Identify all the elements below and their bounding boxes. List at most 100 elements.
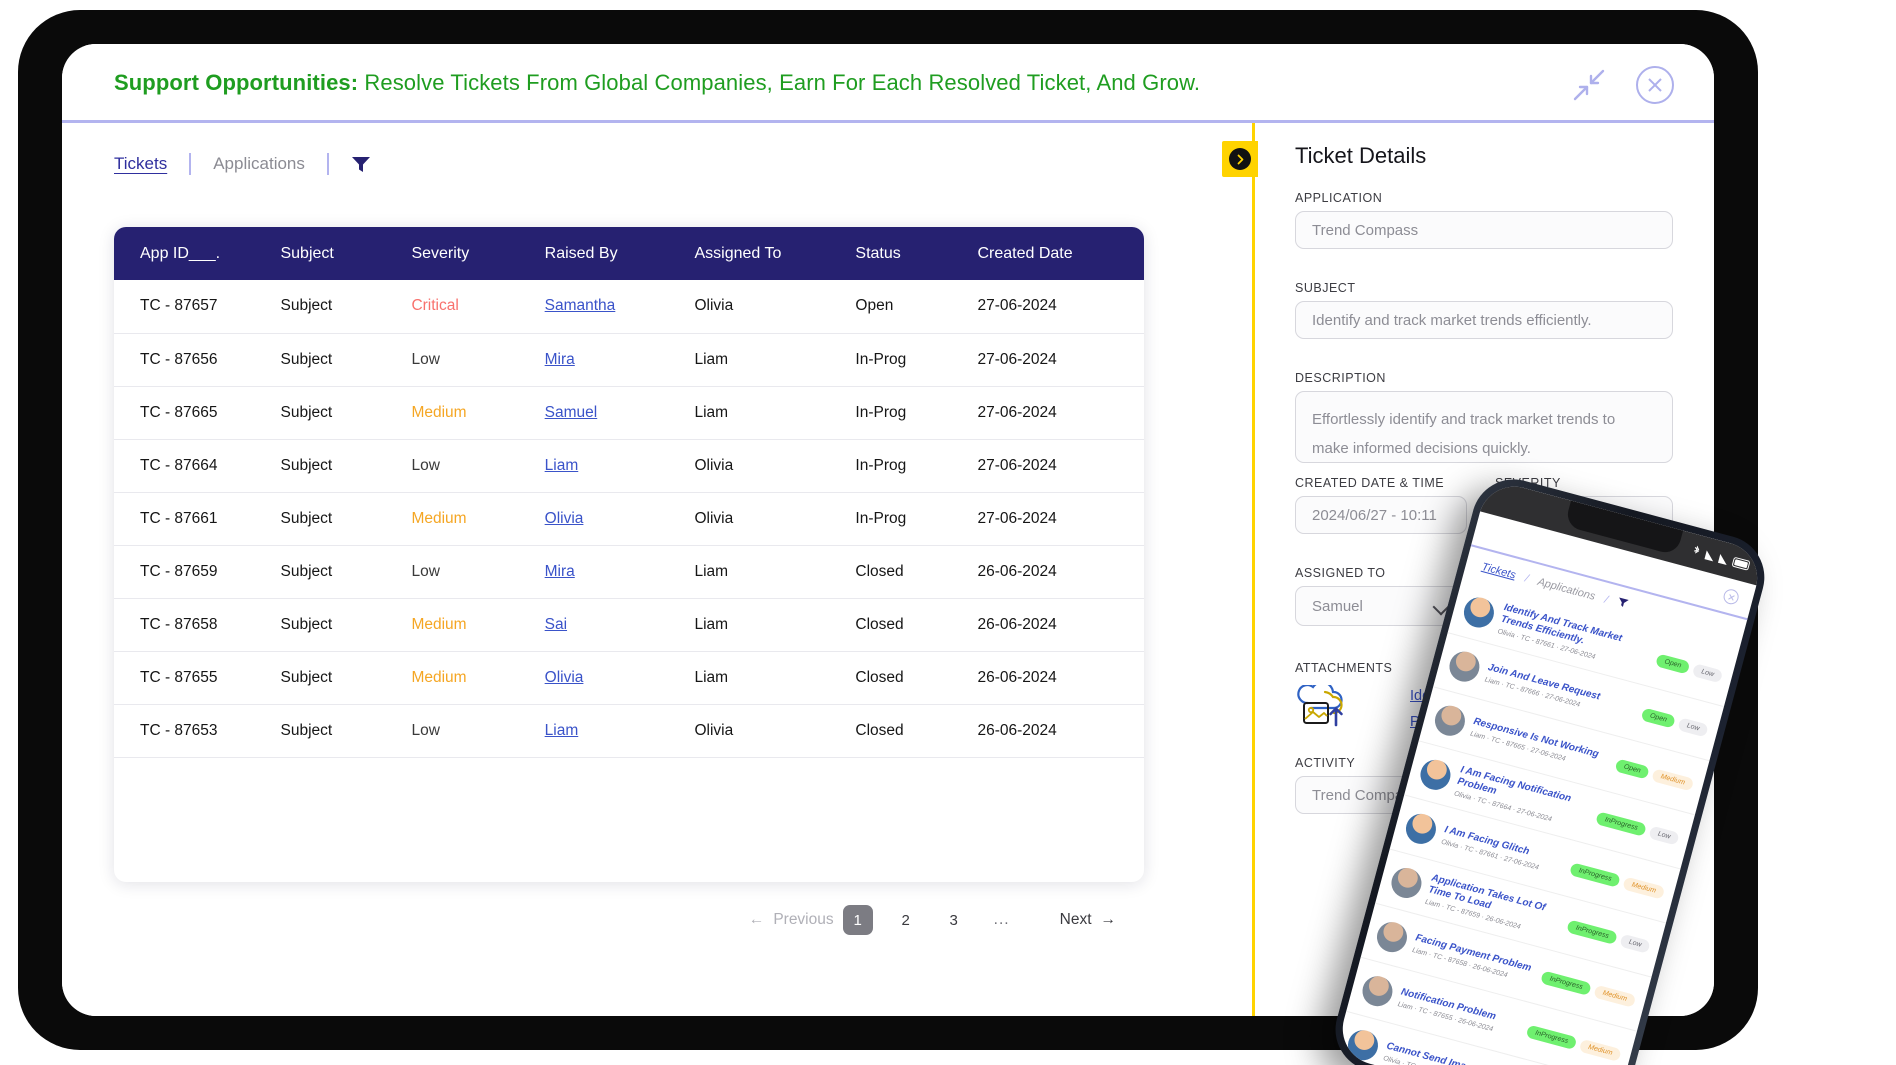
cell-raised-by: Samantha <box>545 280 695 333</box>
cell-app-id: TC - 87653 <box>114 704 280 757</box>
app-header: Support Opportunities: Resolve Tickets F… <box>62 44 1714 120</box>
status-badge: InProgress <box>1526 1025 1578 1050</box>
phone-tab-applications[interactable]: Applications <box>1536 575 1596 602</box>
cell-created-date: 26-06-2024 <box>977 704 1144 757</box>
avatar <box>1388 864 1425 901</box>
raised-by-link[interactable]: Olivia <box>545 510 584 527</box>
column-header-assigned-to[interactable]: Assigned To <box>694 227 855 280</box>
phone-close-icon[interactable] <box>1722 588 1740 606</box>
status-bar-icons <box>1690 545 1751 572</box>
cell-assigned-to: Olivia <box>694 280 855 333</box>
pagination-next-label: Next <box>1060 911 1092 929</box>
tickets-table: App ID___. Subject Severity Raised By As… <box>114 227 1144 758</box>
severity-badge: Medium <box>1651 768 1694 791</box>
description-field[interactable]: Effortlessly identify and track market t… <box>1295 391 1673 463</box>
phone-item-badges: InProgressLow <box>1567 920 1651 954</box>
description-line-2: make informed decisions quickly. <box>1312 434 1656 463</box>
pagination-page-1[interactable]: 1 <box>843 905 873 935</box>
table-body: TC - 87657SubjectCriticalSamanthaOliviaO… <box>114 280 1144 757</box>
cell-created-date: 27-06-2024 <box>977 386 1144 439</box>
phone-item-badges: OpenLow <box>1641 708 1709 738</box>
cell-assigned-to: Liam <box>694 651 855 704</box>
cell-status: In-Prog <box>855 492 977 545</box>
cloud-upload-image-icon[interactable] <box>1295 685 1349 729</box>
raised-by-link[interactable]: Samantha <box>545 297 616 314</box>
status-badge: InProgress <box>1569 862 1621 887</box>
phone-filter-funnel-icon[interactable] <box>1616 596 1630 611</box>
status-badge: Open <box>1641 708 1676 729</box>
avatar <box>1374 918 1411 955</box>
table-row[interactable]: TC - 87655SubjectMediumOliviaLiamClosed2… <box>114 651 1144 704</box>
label-assigned-to: ASSIGNED TO <box>1295 566 1385 580</box>
cell-status: Closed <box>855 545 977 598</box>
phone-tab-separator: / <box>1603 593 1609 605</box>
cell-created-date: 26-06-2024 <box>977 598 1144 651</box>
cell-created-date: 26-06-2024 <box>977 651 1144 704</box>
phone-tab-tickets[interactable]: Tickets <box>1480 560 1517 581</box>
raised-by-link[interactable]: Mira <box>545 351 575 368</box>
label-application: APPLICATION <box>1295 191 1382 205</box>
column-header-subject[interactable]: Subject <box>280 227 411 280</box>
table-row[interactable]: TC - 87656SubjectLowMiraLiamIn-Prog27-06… <box>114 333 1144 386</box>
cell-severity: Medium <box>411 492 544 545</box>
column-header-app-id[interactable]: App ID___. <box>114 227 280 280</box>
pagination-page-3[interactable]: 3 <box>939 905 969 935</box>
cell-severity: Low <box>411 439 544 492</box>
pagination-prev-arrow: ← <box>749 911 765 929</box>
raised-by-link[interactable]: Sai <box>545 616 567 633</box>
tab-applications[interactable]: Applications <box>191 154 327 174</box>
avatar <box>1461 594 1498 631</box>
cell-app-id: TC - 87661 <box>114 492 280 545</box>
table-row[interactable]: TC - 87659SubjectLowMiraLiamClosed26-06-… <box>114 545 1144 598</box>
filter-funnel-icon[interactable] <box>351 155 371 173</box>
phone-item-badges: InProgressMedium <box>1540 971 1636 1008</box>
cell-severity: Medium <box>411 386 544 439</box>
pagination-page-2[interactable]: 2 <box>891 905 921 935</box>
severity-badge: Medium <box>1622 877 1665 900</box>
cell-severity: Medium <box>411 651 544 704</box>
subject-field[interactable]: Identify and track market trends efficie… <box>1295 301 1673 339</box>
application-field[interactable]: Trend Compass <box>1295 211 1673 249</box>
raised-by-link[interactable]: Samuel <box>545 404 598 421</box>
pagination-next[interactable]: Next → <box>1060 911 1116 929</box>
raised-by-link[interactable]: Olivia <box>545 669 584 686</box>
assigned-to-select[interactable]: Samuel <box>1295 586 1467 626</box>
table-row[interactable]: TC - 87664SubjectLowLiamOliviaIn-Prog27-… <box>114 439 1144 492</box>
table-row[interactable]: TC - 87661SubjectMediumOliviaOliviaIn-Pr… <box>114 492 1144 545</box>
avatar <box>1403 810 1440 847</box>
created-date-field[interactable]: 2024/06/27 - 10:11 <box>1295 496 1467 534</box>
table-row[interactable]: TC - 87653SubjectLowLiamOliviaClosed26-0… <box>114 704 1144 757</box>
raised-by-link[interactable]: Mira <box>545 563 575 580</box>
avatar <box>1359 972 1396 1009</box>
raised-by-link[interactable]: Liam <box>545 457 579 474</box>
cell-status: Closed <box>855 598 977 651</box>
status-badge: InProgress <box>1540 971 1592 996</box>
column-header-created[interactable]: Created Date <box>977 227 1144 280</box>
cell-raised-by: Sai <box>545 598 695 651</box>
pagination-previous[interactable]: ← Previous <box>749 911 834 929</box>
column-header-raised-by[interactable]: Raised By <box>545 227 695 280</box>
column-header-severity[interactable]: Severity <box>411 227 544 280</box>
severity-badge: Low <box>1692 663 1723 683</box>
cell-app-id: TC - 87658 <box>114 598 280 651</box>
table-head: App ID___. Subject Severity Raised By As… <box>114 227 1144 280</box>
label-created-date: CREATED DATE & TIME <box>1295 476 1444 490</box>
cell-subject: Subject <box>280 704 411 757</box>
column-header-status[interactable]: Status <box>855 227 977 280</box>
table-row[interactable]: TC - 87657SubjectCriticalSamanthaOliviaO… <box>114 280 1144 333</box>
cell-severity: Critical <box>411 280 544 333</box>
signal-icon <box>1718 554 1729 565</box>
table-row[interactable]: TC - 87665SubjectMediumSamuelLiamIn-Prog… <box>114 386 1144 439</box>
collapse-arrows-icon[interactable] <box>1572 68 1606 102</box>
raised-by-link[interactable]: Liam <box>545 722 579 739</box>
cell-status: In-Prog <box>855 333 977 386</box>
avatar <box>1446 648 1483 685</box>
close-circle-icon[interactable] <box>1636 66 1674 104</box>
details-collapse-tab[interactable] <box>1222 141 1258 177</box>
tab-tickets[interactable]: Tickets <box>114 154 189 174</box>
table-row[interactable]: TC - 87658SubjectMediumSaiLiamClosed26-0… <box>114 598 1144 651</box>
cell-app-id: TC - 87655 <box>114 651 280 704</box>
cell-app-id: TC - 87659 <box>114 545 280 598</box>
pagination-next-arrow: → <box>1101 911 1117 929</box>
phone-item-badges: InProgressLow <box>1595 811 1679 845</box>
